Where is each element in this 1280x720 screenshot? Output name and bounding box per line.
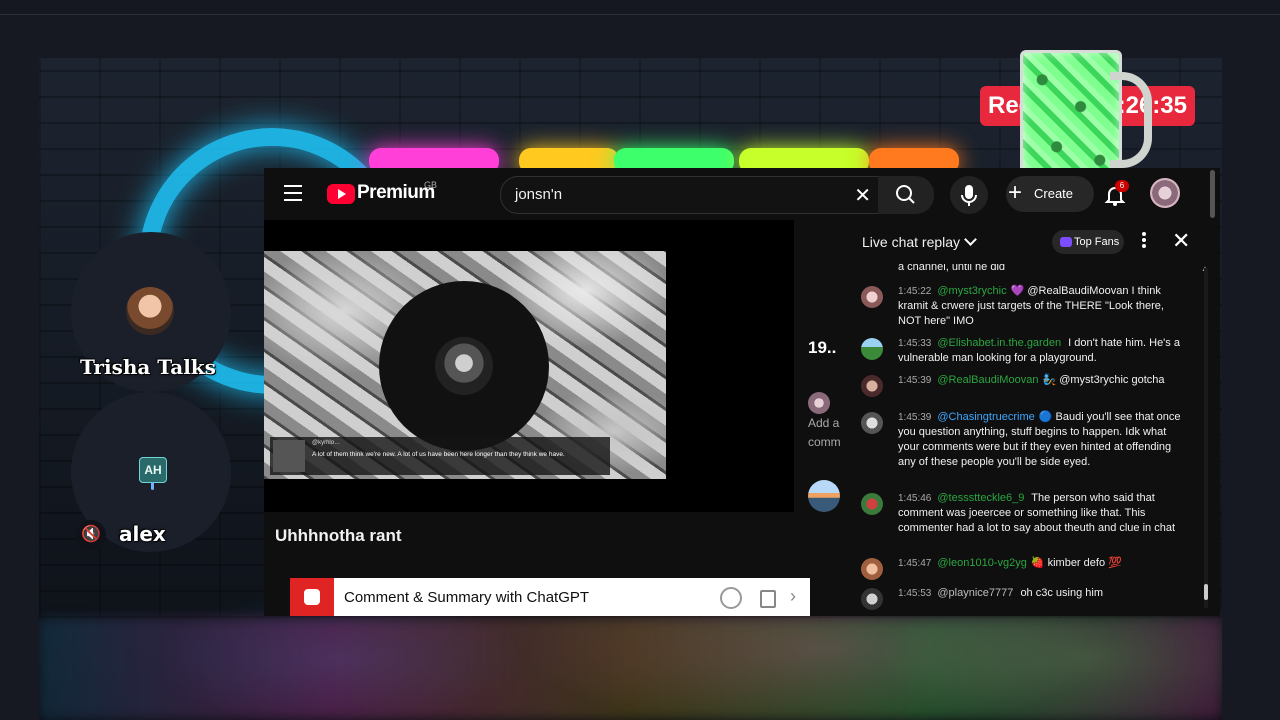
floor-reflection <box>39 618 1222 720</box>
message-text: a channel, until he did <box>898 264 1006 273</box>
search-icon <box>896 185 915 204</box>
youtube-logo-icon[interactable] <box>327 184 355 204</box>
country-code: GB <box>424 180 438 190</box>
close-icon[interactable]: ✕ <box>1172 228 1190 254</box>
message-author[interactable]: @RealBaudiMoovan <box>937 374 1038 386</box>
avatar <box>273 440 305 472</box>
avatar[interactable] <box>808 480 840 512</box>
chatgpt-extension-bar[interactable]: Comment & Summary with ChatGPT › <box>290 578 810 616</box>
author-badge: 🍓 <box>1030 557 1045 569</box>
message-author[interactable]: @myst3rychic <box>937 285 1006 297</box>
notification-count-badge: 6 <box>1115 180 1129 192</box>
author-badge: 💜 <box>1010 285 1025 297</box>
avatar <box>808 392 830 414</box>
message-text: kimber defo 💯 <box>1047 557 1122 569</box>
voice-search-button[interactable] <box>950 176 988 214</box>
fans-icon <box>1060 237 1072 247</box>
avatar[interactable] <box>861 338 883 360</box>
plus-icon: + <box>1008 179 1023 206</box>
search-query: jonsn'n <box>515 186 563 203</box>
avatar: AH <box>139 457 167 483</box>
chat-title: Live chat replay <box>862 234 961 250</box>
youtube-window: Premium GB jonsn'n ✕ + Create 6 @kyrhlo…… <box>264 168 1220 616</box>
message-text: @myst3rychic gotcha <box>1059 374 1165 386</box>
message-text: oh c3c using him <box>1020 587 1103 599</box>
chat-scrollbar[interactable] <box>1204 268 1208 608</box>
extension-icon <box>290 578 334 616</box>
comment-overlay: @kyrhlo… A lot of them think we're new. … <box>270 437 610 475</box>
chatgpt-bar-label: Comment & Summary with ChatGPT <box>344 589 590 606</box>
microphone-icon <box>961 185 977 206</box>
message-author[interactable]: @Elishabet.in.the.garden <box>937 337 1061 349</box>
chat-header: Live chat replay Top Fans ✕ <box>840 220 1220 264</box>
top-bar <box>0 0 1280 15</box>
chevron-down-icon <box>964 233 977 246</box>
avatar[interactable] <box>861 588 883 610</box>
top-fans-label: Top Fans <box>1074 236 1120 248</box>
related-column: 19.. Add a comm <box>800 220 841 616</box>
live-chat-panel: Live chat replay Top Fans ✕ a channel, u… <box>840 220 1220 616</box>
vinyl-disc-overlay <box>379 281 549 451</box>
message-time: 1:45:39 <box>898 375 932 386</box>
clear-search-icon[interactable]: ✕ <box>854 183 871 208</box>
avatar[interactable] <box>861 375 883 397</box>
top-fans-button[interactable]: Top Fans <box>1052 230 1124 254</box>
chat-message-list[interactable]: a channel, until he did 1:45:22 @myst3ryc… <box>840 264 1206 616</box>
avatar[interactable] <box>861 412 883 434</box>
openai-icon[interactable] <box>720 587 742 609</box>
video-title: Uhhhnotha rant <box>275 526 402 545</box>
avatar <box>435 337 493 395</box>
message-author[interactable]: @Chasingtruecrime <box>937 411 1034 423</box>
create-label: Create <box>1034 186 1074 201</box>
account-avatar[interactable] <box>1150 178 1180 208</box>
chat-mode-dropdown[interactable]: Live chat replay <box>862 233 977 250</box>
message-time: 1:45:46 <box>898 493 932 504</box>
youtube-header: Premium GB jonsn'n ✕ + Create 6 <box>264 168 1220 220</box>
comment-author: @kyrhlo… <box>312 440 341 446</box>
chevron-right-icon[interactable]: › <box>790 586 796 607</box>
search-input[interactable]: jonsn'n ✕ <box>500 176 880 214</box>
menu-icon[interactable] <box>284 185 302 201</box>
message-time: 1:45:47 <box>898 558 932 569</box>
avatar[interactable] <box>861 493 883 515</box>
add-comment-line2: comm <box>808 435 841 449</box>
copy-icon[interactable] <box>760 590 776 608</box>
author-badge: 🧞 <box>1042 374 1057 386</box>
participant-name: alex <box>119 522 166 546</box>
message-time: 1:45:22 <box>898 286 932 297</box>
create-button[interactable]: + Create <box>1006 176 1094 212</box>
comment-count: 19.. <box>808 338 837 357</box>
message-time: 1:45:39 <box>898 412 932 423</box>
participant-name: Trisha Talks <box>80 355 216 379</box>
avatar[interactable] <box>861 286 883 308</box>
message-author[interactable]: @tessstteckle6_9 <box>937 492 1024 504</box>
author-badge: 🔵 <box>1038 411 1053 423</box>
scrollbar-thumb[interactable] <box>1204 584 1208 600</box>
mic-muted-icon: 🔇 <box>76 520 106 550</box>
message-time: 1:45:53 <box>898 588 932 599</box>
video-frame: @kyrhlo… A lot of them think we're new. … <box>264 251 666 479</box>
more-options-icon[interactable] <box>1142 232 1146 248</box>
search-button[interactable] <box>878 176 934 214</box>
avatar[interactable] <box>861 558 883 580</box>
message-author[interactable]: @leon1010-vg2yg <box>937 557 1026 569</box>
message-time: 1:45:33 <box>898 338 932 349</box>
video-player[interactable]: @kyrhlo… A lot of them think we're new. … <box>264 220 794 512</box>
audio-indicator <box>151 482 154 490</box>
message-author[interactable]: @playnice7777 <box>937 587 1013 599</box>
avatar <box>126 287 174 335</box>
page-scrollbar[interactable] <box>1210 170 1215 218</box>
add-comment-line1: Add a <box>808 416 840 430</box>
comment-text: A lot of them think we're new. A lot of … <box>312 451 565 458</box>
mug-handle <box>1110 72 1152 168</box>
